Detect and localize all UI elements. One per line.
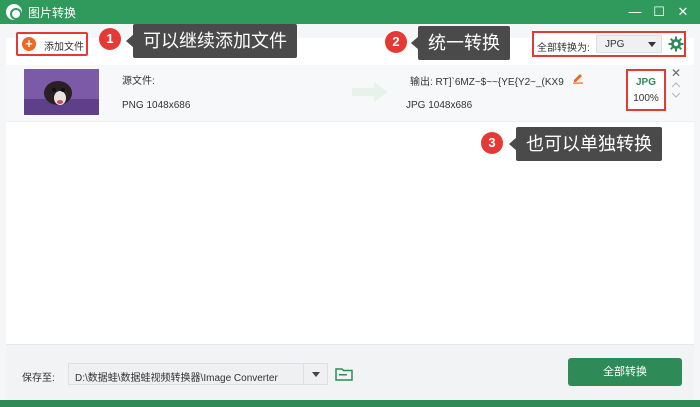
callout-number-3: 3 bbox=[481, 132, 503, 154]
app-logo-icon bbox=[6, 4, 22, 20]
window-title: 图片转换 bbox=[28, 6, 77, 20]
chevron-down-icon bbox=[648, 42, 656, 47]
path-dropdown-button[interactable] bbox=[303, 364, 327, 384]
source-file-meta: PNG 1048x686 bbox=[122, 100, 191, 111]
callout-text-3: 也可以单独转换 bbox=[516, 127, 662, 161]
window-bottom-border bbox=[0, 400, 700, 407]
source-file-label: 源文件: bbox=[122, 76, 155, 87]
bottom-bar: 保存至: D:\数据蛙\数据蛙视频转换器\Image Converter 全部转… bbox=[6, 344, 694, 400]
chevron-down-icon bbox=[312, 372, 320, 377]
convert-all-button[interactable]: 全部转换 bbox=[568, 358, 682, 386]
maximize-button[interactable]: ☐ bbox=[648, 2, 670, 22]
output-file-meta: JPG 1048x686 bbox=[406, 100, 473, 111]
conversion-progress: 100% bbox=[633, 93, 659, 104]
remove-file-close-icon[interactable]: ✕ bbox=[670, 67, 682, 79]
close-button[interactable]: ✕ bbox=[672, 2, 694, 22]
save-to-label: 保存至: bbox=[22, 373, 55, 384]
format-select-value: JPG bbox=[605, 39, 625, 50]
output-filename: 输出: RT]`6MZ~$~~{YE{Y2~_(KX9 bbox=[410, 77, 564, 88]
convert-all-label: 全部转换为: bbox=[537, 43, 590, 54]
minimize-button[interactable]: — bbox=[624, 2, 646, 22]
convert-all-format-group: 全部转换为: JPG bbox=[532, 31, 686, 57]
single-format-label: JPG bbox=[635, 77, 656, 88]
gear-icon[interactable] bbox=[668, 36, 684, 52]
file-thumbnail bbox=[24, 69, 99, 115]
callout-text-1: 可以继续添加文件 bbox=[133, 24, 297, 58]
add-file-button[interactable]: + 添加文件 bbox=[16, 32, 88, 56]
single-convert-button[interactable]: JPG 100% bbox=[626, 69, 666, 111]
convert-arrow-icon bbox=[352, 82, 388, 102]
format-select[interactable]: JPG bbox=[596, 35, 662, 53]
callout-text-2: 统一转换 bbox=[418, 26, 510, 60]
output-path-select[interactable]: D:\数据蛙\数据蛙视频转换器\Image Converter bbox=[68, 363, 328, 385]
callout-number-1: 1 bbox=[99, 28, 121, 50]
add-file-label: 添加文件 bbox=[44, 42, 84, 53]
chevron-down-icon[interactable] bbox=[671, 91, 681, 99]
plus-icon: + bbox=[22, 37, 36, 51]
callout-number-2: 2 bbox=[385, 31, 407, 53]
chevron-up-icon[interactable] bbox=[671, 81, 681, 89]
open-folder-icon[interactable] bbox=[335, 365, 353, 383]
output-path-value: D:\数据蛙\数据蛙视频转换器\Image Converter bbox=[75, 373, 278, 384]
edit-icon[interactable] bbox=[572, 72, 584, 84]
file-row: 源文件: PNG 1048x686 输出: RT]`6MZ~$~~{YE{Y2~… bbox=[6, 65, 694, 122]
title-bar: 图片转换 — ☐ ✕ bbox=[0, 0, 700, 24]
